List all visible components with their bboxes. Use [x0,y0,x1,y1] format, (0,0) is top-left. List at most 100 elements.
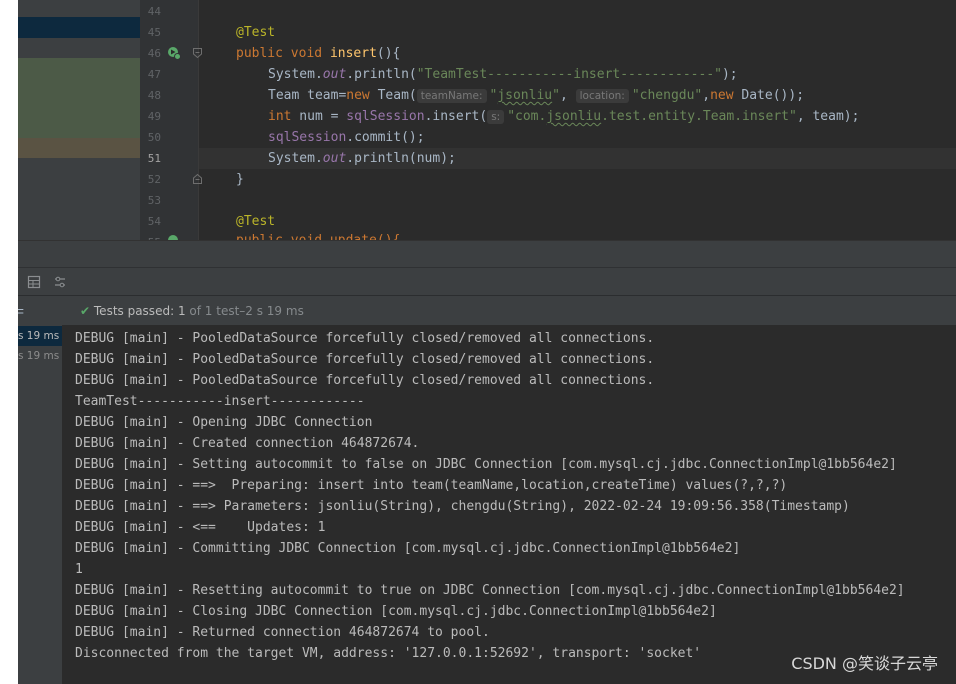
keyword: void [290,46,323,61]
field-ref: sqlSession [346,109,425,124]
test-tree-row-selected[interactable]: s 19 ms [18,326,62,346]
keyword: int [268,109,292,124]
gutter-separator [198,0,199,240]
line-number: 52 [147,173,161,186]
project-highlight-band [18,58,140,138]
layout-icon[interactable] [27,275,41,289]
parameter-hint: location: [575,89,629,103]
collapsed-tool-glyph[interactable]: ⇇ [18,296,24,326]
keyword: new [346,88,370,103]
project-highlight-band-2 [18,138,140,158]
code-line-partial: public void update(){ [236,230,400,240]
test-tree[interactable]: s 19 ms s 19 ms [18,325,63,684]
identifier: System. [268,151,323,166]
method-call: .commit(); [346,130,425,145]
console-line: TeamTest-----------insert------------ [75,394,365,409]
code-line: System.out.println("TeamTest-----------i… [268,64,738,85]
string-literal-typo: jsonliu [546,109,602,124]
method-name: insert [329,46,377,61]
line-number: 54 [147,215,161,228]
console-line: DEBUG [main] - Committing JDBC Connectio… [75,541,741,556]
console-line: DEBUG [main] - Setting autocommit to fal… [75,457,897,472]
watermark: CSDN @笑谈子云亭 [791,654,938,673]
project-panel [18,0,140,240]
code-editor[interactable]: 44 45 46 47 48 49 50 51 52 53 54 55 @Tes… [18,0,956,240]
method-call: .println(num); [346,151,456,166]
console-line: DEBUG [main] - PooledDataSource forceful… [75,373,655,388]
parameter-hint: teamName: [416,89,487,103]
console-line: DEBUG [main] - PooledDataSource forceful… [75,352,655,367]
punctuation: , [702,88,711,103]
fold-icon[interactable] [192,173,203,185]
keyword: new [710,88,734,103]
method-call: .println( [346,67,417,82]
code-line: @Test [236,211,275,232]
line-number: 45 [147,26,161,39]
code-line: public void insert(){ [236,43,400,64]
console-line: DEBUG [main] - ==> Preparing: insert int… [75,478,788,493]
punctuation: , team); [796,109,860,124]
punctuation: ); [721,67,738,82]
code-line: @Test [236,22,275,43]
test-status-text: ✔ Tests passed: 1 of 1 test–2 s 19 ms [80,296,304,326]
test-tree-row[interactable]: s 19 ms [18,346,62,366]
console-line: DEBUG [main] - ==> Parameters: jsonliu(S… [75,499,850,514]
annotation: @Test [236,214,276,229]
string-literal: .test.entity.Team.insert" [601,109,797,124]
punctuation: , [559,88,576,103]
identifier: num = [291,109,347,124]
console-line: DEBUG [main] - Opening JDBC Connection [75,415,373,430]
line-number: 49 [147,110,161,123]
punctuation: (){ [376,46,401,61]
identifier: System. [268,67,323,82]
console-line: DEBUG [main] - Returned connection 46487… [75,625,490,640]
test-status-bar: ⇇ ✔ Tests passed: 1 of 1 test–2 s 19 ms [18,295,956,326]
tool-window-splitter[interactable] [18,240,956,268]
code-line: sqlSession.commit(); [268,127,425,148]
code-line: } [236,169,244,190]
console-line: DEBUG [main] - PooledDataSource forceful… [75,331,655,346]
tests-passed-count: 1 [177,304,186,318]
line-number: 44 [147,5,161,18]
tests-passed-label: Tests passed: [93,304,175,318]
method-call: .insert( [424,109,488,124]
fold-icon[interactable] [192,47,203,59]
line-number-current: 51 [147,152,161,165]
run-toolbar [18,267,956,296]
console-line: DEBUG [main] - Created connection 464872… [75,436,420,451]
identifier: Team team= [268,88,347,103]
line-number: 55 [140,232,161,240]
ide-window: 44 45 46 47 48 49 50 51 52 53 54 55 @Tes… [18,0,956,684]
console-line: DEBUG [main] - <== Updates: 1 [75,520,326,535]
string-literal: "chengdu" [631,88,703,103]
project-selected-row[interactable] [18,17,140,38]
punctuation: } [236,172,244,187]
line-number: 50 [147,131,161,144]
console-line: DEBUG [main] - Resetting autocommit to t… [75,583,905,598]
annotation: @Test [236,25,276,40]
code-line: Team team=new Team(teamName: "jsonliu", l… [268,85,804,107]
line-number: 46 [147,47,161,60]
constructor-call: Team( [369,88,417,103]
string-literal: "com. [507,109,547,124]
parameter-hint: s: [487,110,505,124]
constructor-call: Date()); [733,88,805,103]
console-line: 1 [75,562,83,577]
line-number: 48 [147,89,161,102]
keyword: public [236,46,283,61]
string-literal: "TeamTest-----------insert------------" [416,67,722,82]
code-line-current: System.out.println(num); [268,148,456,169]
check-icon: ✔ [80,304,91,318]
run-test-icon[interactable] [167,46,181,60]
console-output[interactable]: DEBUG [main] - PooledDataSource forceful… [63,325,956,684]
string-literal-typo: jsonliu [497,88,553,103]
field-ref: sqlSession [268,130,347,145]
static-field: out [322,151,347,166]
code-line: int num = sqlSession.insert(s: "com.jsonl… [268,106,859,128]
settings-icon[interactable] [53,275,67,289]
line-number: 47 [147,68,161,81]
line-number: 53 [147,194,161,207]
static-field: out [322,67,347,82]
console-line: Disconnected from the target VM, address… [75,646,702,661]
console-line: DEBUG [main] - Closing JDBC Connection [… [75,604,717,619]
